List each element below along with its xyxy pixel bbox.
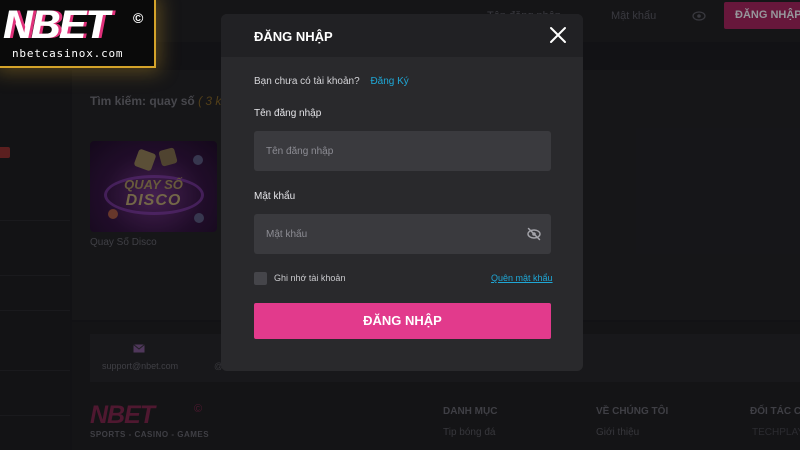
password-input[interactable]: [254, 214, 551, 254]
username-label: Tên đăng nhập: [254, 108, 322, 119]
password-field-box: [254, 214, 551, 254]
brand-wordmark: NBET: [4, 3, 110, 47]
register-prompt: Bạn chưa có tài khoản?: [254, 76, 360, 87]
remember-checkbox[interactable]: [254, 271, 267, 285]
brand-url: nbetcasinox.com: [12, 47, 124, 60]
remember-label: Ghi nhớ tài khoản: [274, 273, 346, 283]
eye-off-icon[interactable]: [527, 227, 541, 241]
register-prompt-line: Bạn chưa có tài khoản? Đăng Ký: [254, 76, 409, 87]
close-button[interactable]: [548, 25, 568, 45]
brand-logo[interactable]: NBET © nbetcasinox.com: [0, 0, 156, 68]
login-submit-button[interactable]: ĐĂNG NHẬP: [254, 303, 551, 339]
page: Tên đăng nhập Mật khẩu ĐĂNG NHẬP Tìm kiế…: [0, 0, 800, 450]
login-modal: ĐĂNG NHẬP Bạn chưa có tài khoản? Đăng Ký…: [221, 14, 583, 371]
modal-title: ĐĂNG NHẬP: [254, 29, 333, 44]
password-label: Mật khẩu: [254, 191, 296, 202]
register-link[interactable]: Đăng Ký: [370, 76, 408, 87]
close-icon: [550, 27, 566, 43]
username-field-box: [254, 131, 551, 171]
modal-header: ĐĂNG NHẬP: [221, 14, 583, 57]
forgot-password-link[interactable]: Quên mật khẩu: [491, 273, 553, 283]
username-input[interactable]: [254, 131, 551, 171]
remember-me: Ghi nhớ tài khoản: [254, 271, 345, 285]
brand-copyright-mark: ©: [133, 10, 144, 26]
